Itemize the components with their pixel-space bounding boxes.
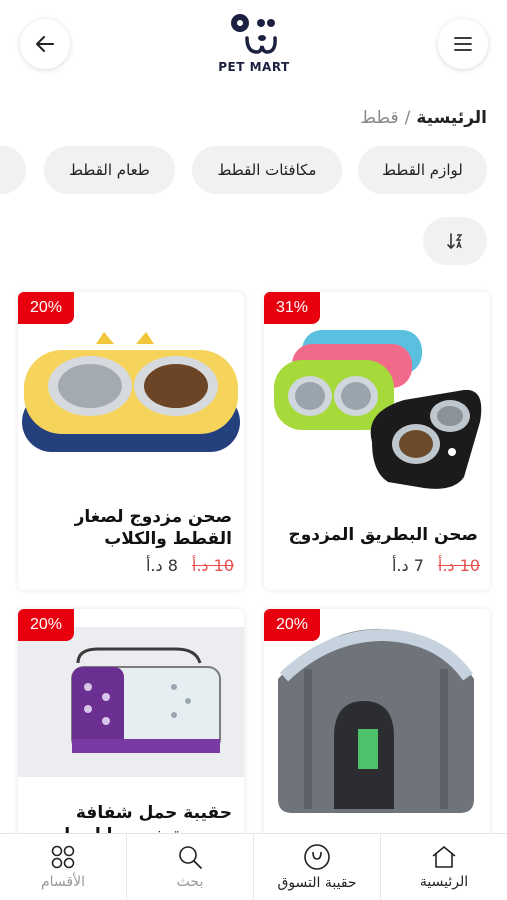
breadcrumb-current: قطط	[360, 108, 399, 128]
chip-cat-supplies[interactable]: لوازم القطط	[358, 146, 487, 194]
discount-badge: 20%	[264, 609, 321, 641]
nav-shopping-bag[interactable]: حقيبة التسوق	[253, 834, 380, 900]
chip-cat-food[interactable]: طعام القطط	[44, 146, 175, 194]
chip-cat-treats[interactable]: مكافئات القطط	[192, 146, 342, 194]
product-card[interactable]: 20% حقيبة حمل شفافة مصممة خصيصا لحمل الق…	[18, 609, 244, 849]
new-price: 8 د.أ	[145, 556, 178, 575]
category-chips: لوازم القطط مكافئات القطط طعام القطط	[0, 146, 507, 194]
chip-more[interactable]	[0, 146, 26, 194]
nav-categories[interactable]: الأقسام	[0, 834, 126, 900]
product-card[interactable]: 20%	[264, 609, 490, 849]
home-icon	[432, 846, 456, 868]
arrow-left-icon	[36, 36, 54, 52]
pet-mart-logo[interactable]: PET MART	[213, 10, 295, 80]
categories-icon	[51, 845, 75, 869]
product-title[interactable]: صحن مزدوج لصغار القطط والكلاب	[26, 506, 232, 550]
discount-badge: 31%	[264, 292, 321, 324]
logo-text: PET MART	[218, 60, 290, 74]
breadcrumb-home[interactable]: الرئيسية	[416, 108, 487, 128]
breadcrumb: الرئيسية / قطط	[360, 108, 487, 128]
nav-label: الأقسام	[41, 874, 85, 890]
bottom-nav: الأقسام بحث حقيبة التسوق الرئيسية	[0, 833, 507, 900]
app-header: PET MART	[0, 0, 507, 95]
pet-logo-icon	[231, 14, 277, 54]
menu-button[interactable]	[438, 19, 488, 69]
price-row: 10 د.أ 8 د.أ	[146, 556, 234, 575]
shopping-bag-icon	[304, 844, 330, 870]
nav-label: حقيبة التسوق	[277, 875, 357, 891]
hamburger-menu-icon	[454, 37, 472, 51]
search-icon	[179, 846, 202, 869]
sort-button[interactable]	[423, 217, 487, 265]
nav-home[interactable]: الرئيسية	[380, 834, 507, 900]
product-card[interactable]: 31% صحن البطريق المزدوج 10 د.أ 7 د.أ	[264, 292, 490, 590]
chip-label: مكافئات القطط	[217, 161, 317, 179]
back-button[interactable]	[20, 19, 70, 69]
carrier-bag-image	[18, 627, 244, 777]
sort-icon	[447, 233, 463, 249]
nav-label: الرئيسية	[419, 874, 469, 890]
product-card[interactable]: 20% صحن مزدوج لصغار القطط والكلاب 10 د.أ…	[18, 292, 244, 590]
chip-label: طعام القطط	[69, 161, 150, 179]
old-price: 10 د.أ	[437, 556, 480, 575]
breadcrumb-separator: /	[404, 108, 411, 128]
new-price: 7 د.أ	[391, 556, 424, 575]
discount-badge: 20%	[18, 609, 75, 641]
product-image[interactable]	[18, 627, 244, 777]
nav-search[interactable]: بحث	[126, 834, 253, 900]
discount-badge: 20%	[18, 292, 75, 324]
nav-label: بحث	[176, 874, 204, 890]
old-price: 10 د.أ	[191, 556, 234, 575]
chip-label: لوازم القطط	[382, 161, 463, 179]
product-title[interactable]: صحن البطريق المزدوج	[272, 524, 478, 546]
price-row: 10 د.أ 7 د.أ	[392, 556, 480, 575]
